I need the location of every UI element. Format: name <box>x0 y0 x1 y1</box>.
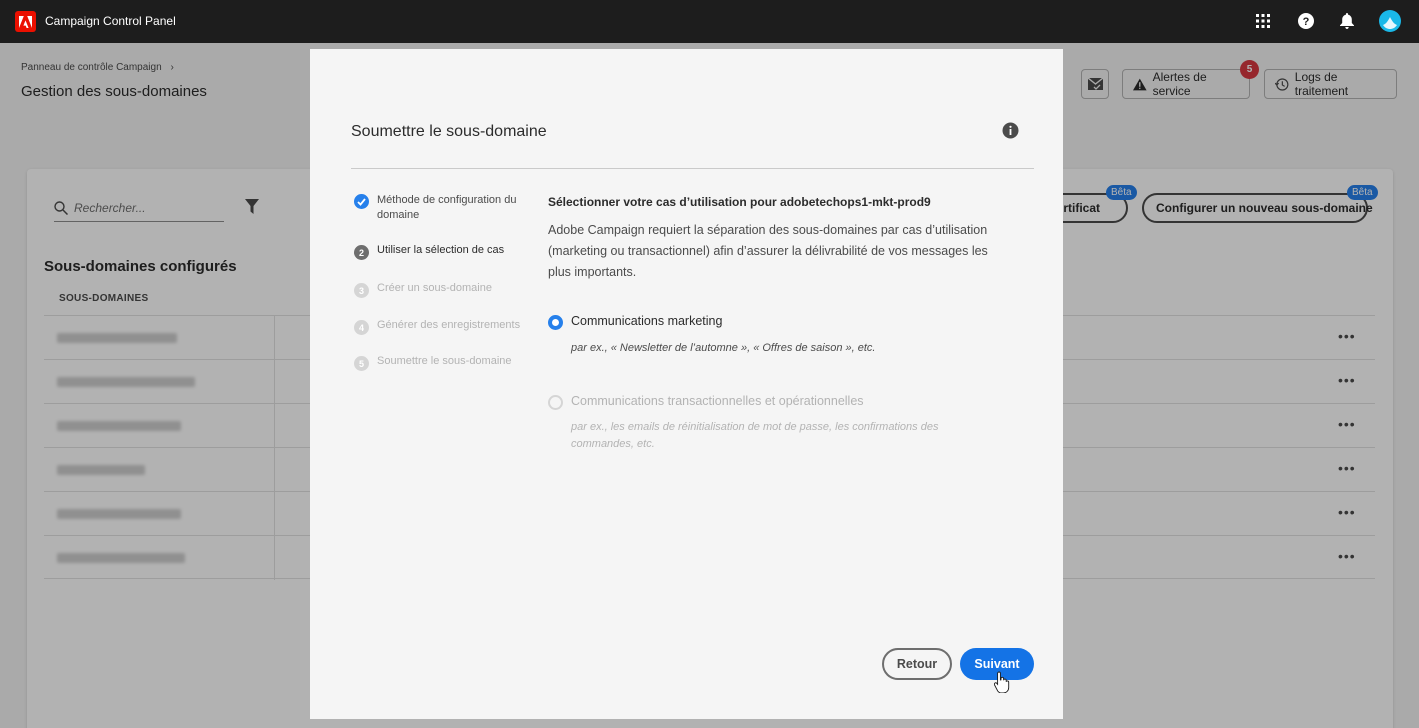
transactional-option-label[interactable]: Communications transactionnelles et opér… <box>571 394 864 408</box>
marketing-option-hint: par ex., « Newsletter de l’automne », « … <box>571 342 876 354</box>
marketing-option-label[interactable]: Communications marketing <box>571 314 722 328</box>
step-use-case-selection[interactable]: 2 Utiliser la sélection de cas <box>354 244 504 260</box>
step-generate-records: 4 Générer des enregistrements <box>354 319 520 335</box>
step-submit-subdomain: 5 Soumettre le sous-domaine <box>354 355 512 371</box>
transactional-radio[interactable] <box>548 395 563 410</box>
help-icon[interactable]: ? <box>1295 10 1317 32</box>
step-configuration-method[interactable]: Méthode de configuration du domaine <box>354 193 534 223</box>
step-number: 5 <box>354 356 369 371</box>
submit-subdomain-dialog: Soumettre le sous-domaine Méthode de con… <box>310 49 1063 719</box>
svg-text:?: ? <box>1303 16 1310 28</box>
use-case-description: Adobe Campaign requiert la séparation de… <box>548 223 988 279</box>
notifications-bell-icon[interactable] <box>1336 10 1358 32</box>
step-label: Méthode de configuration du domaine <box>377 194 517 221</box>
step-number: 2 <box>354 245 369 260</box>
step-label: Utiliser la sélection de cas <box>377 244 505 256</box>
hand-cursor-icon <box>993 671 1010 698</box>
info-icon[interactable] <box>1002 122 1019 139</box>
adobe-logo-icon[interactable] <box>15 11 36 32</box>
step-label: Soumettre le sous-domaine <box>377 355 512 367</box>
step-create-subdomain: 3 Créer un sous-domaine <box>354 282 492 298</box>
top-bar: Campaign Control Panel ? <box>0 0 1419 43</box>
transactional-option-hint: par ex., les emails de réinitialisation … <box>571 421 939 450</box>
use-case-title: Sélectionner votre cas d’utilisation pou… <box>548 195 931 209</box>
dialog-title: Soumettre le sous-domaine <box>351 123 547 140</box>
step-label: Générer des enregistrements <box>377 319 521 331</box>
app-title[interactable]: Campaign Control Panel <box>45 14 176 28</box>
back-button[interactable]: Retour <box>882 648 952 680</box>
checkmark-icon <box>354 194 369 209</box>
step-number: 4 <box>354 320 369 335</box>
step-label: Créer un sous-domaine <box>377 282 492 294</box>
app-grid-icon[interactable] <box>1252 10 1274 32</box>
user-avatar[interactable] <box>1379 10 1401 32</box>
step-number: 3 <box>354 283 369 298</box>
marketing-radio[interactable] <box>548 315 563 330</box>
dialog-divider <box>351 168 1034 169</box>
